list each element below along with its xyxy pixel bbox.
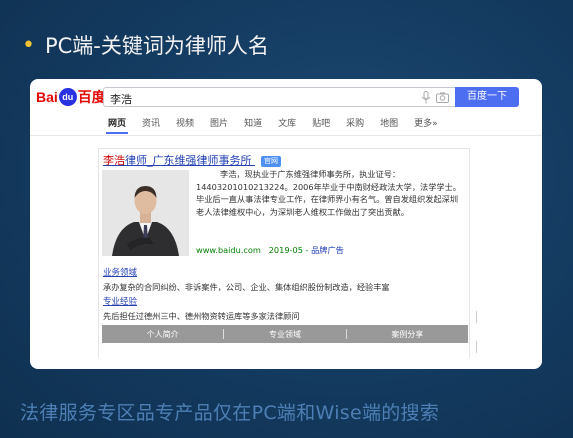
- nav-tab-item[interactable]: 视频: [176, 116, 194, 134]
- result-meta: www.baidu.com 2019-05 - 品牌广告: [196, 245, 344, 255]
- result-description: 李浩，现执业于广东维强律师事务所，执业证号：14403201010213224。…: [196, 168, 461, 218]
- title-rest: 律师_广东维强律师事务所: [125, 154, 252, 167]
- search-input[interactable]: [104, 90, 394, 108]
- title-highlight: 李浩: [103, 154, 125, 167]
- camera-icon[interactable]: [436, 92, 449, 103]
- result-url[interactable]: www.baidu.com: [196, 245, 261, 255]
- baidu-logo[interactable]: Bai du 百度: [36, 87, 106, 107]
- logo-bai-text: Bai: [36, 89, 58, 105]
- section-experience-text: 先后担任过德州三中、德州物资转运库等多家法律顾问: [103, 311, 300, 321]
- tab-profile[interactable]: 个人简介: [102, 329, 223, 340]
- scroll-marker: [476, 341, 477, 353]
- search-button[interactable]: 百度一下: [455, 87, 519, 107]
- nav-tab-item[interactable]: 文库: [278, 116, 296, 134]
- nav-divider: [30, 135, 542, 136]
- result-date: 2019-05: [268, 245, 303, 255]
- nav-tab-item[interactable]: 网页: [105, 116, 129, 134]
- slide-footer: 法律服务专区品专产品仅在PC端和Wise端的搜索: [20, 402, 440, 424]
- tab-cases[interactable]: 案例分享: [347, 329, 468, 340]
- search-box: [103, 87, 455, 108]
- nav-tab-item[interactable]: 知道: [244, 116, 262, 134]
- nav-tab-item[interactable]: 贴吧: [312, 116, 330, 134]
- logo-cn-text: 百度: [77, 89, 106, 105]
- section-business-link[interactable]: 业务领域: [103, 266, 137, 278]
- nav-tab-item[interactable]: 图片: [210, 116, 228, 134]
- section-experience-link[interactable]: 专业经验: [103, 295, 137, 307]
- result-tabbar: 个人简介 专业领域 案例分享: [102, 325, 468, 343]
- lawyer-portrait-image: [102, 170, 189, 256]
- scroll-marker: [476, 311, 477, 323]
- bullet-icon: •: [22, 32, 35, 58]
- nav-tab-item[interactable]: 地图: [380, 116, 398, 134]
- official-badge: 官网: [261, 155, 281, 167]
- tab-expertise[interactable]: 专业领域: [224, 329, 345, 340]
- slide-title-text: PC端-关键词为律师人名: [44, 34, 269, 58]
- lawyer-photo[interactable]: [102, 170, 189, 256]
- ad-label[interactable]: 品牌广告: [311, 245, 344, 255]
- nav-tab-item[interactable]: 更多»: [414, 116, 438, 134]
- paw-icon: du: [58, 88, 77, 106]
- description-text: 李浩，现执业于广东维强律师事务所，执业证号：14403201010213224。…: [196, 169, 461, 217]
- nav-tab-item[interactable]: 采购: [346, 116, 364, 134]
- nav-tabs: 网页 资讯 视频 图片 知道 文库 贴吧 采购 地图 更多»: [105, 116, 454, 134]
- section-business-text: 承办复杂的合同纠纷、非诉案件，公司、企业、集体组织股份制改造，经验丰富: [103, 282, 390, 292]
- nav-tab-item[interactable]: 资讯: [142, 116, 160, 134]
- result-title-link[interactable]: 李浩律师_广东维强律师事务所 官网: [103, 152, 281, 168]
- baidu-topbar: Bai du 百度 百度一下: [30, 85, 542, 109]
- search-result-card: 李浩律师_广东维强律师事务所 官网 李浩，现执业于广东维强律师事务所，执业证号：…: [98, 148, 470, 358]
- microphone-icon[interactable]: [421, 91, 431, 104]
- slide-title: • PC端-关键词为律师人名: [22, 30, 269, 60]
- baidu-screenshot: Bai du 百度 百度一下 网页资讯视频图片知道文库贴吧采购地图更多» 李浩律…: [30, 79, 542, 369]
